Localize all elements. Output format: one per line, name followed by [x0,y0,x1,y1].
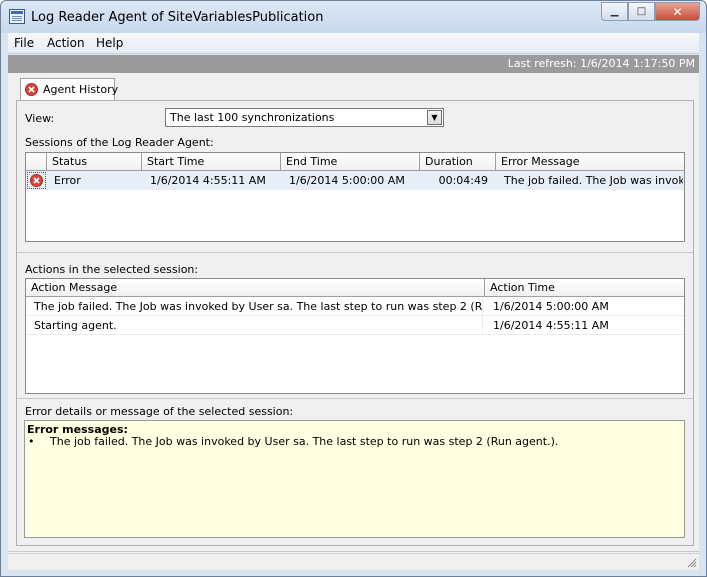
close-button[interactable]: ✕ [655,2,700,21]
menu-action[interactable]: Action [47,36,85,50]
cell-action-message: Starting agent. [28,316,483,335]
minimize-button[interactable]: ▁ [601,2,628,21]
error-icon [25,83,38,96]
window-title: Log Reader Agent of SiteVariablesPublica… [31,10,324,25]
error-message-text: The job failed. The Job was invoked by U… [50,435,559,448]
row-header-corner [26,153,47,171]
cell-action-message: The job failed. The Job was invoked by U… [28,297,483,316]
column-header-action-message[interactable]: Action Message [26,279,485,297]
dropdown-arrow-icon[interactable]: ▼ [427,110,442,125]
table-row[interactable]: The job failed. The Job was invoked by U… [26,297,684,316]
splitter[interactable] [17,252,693,253]
column-header-status[interactable]: Status [47,153,142,171]
menu-help[interactable]: Help [96,36,123,50]
client-area: Agent History View: The last 100 synchro… [8,73,699,570]
cell-action-time: 1/6/2014 5:00:00 AM [493,300,609,313]
log-reader-agent-window: Log Reader Agent of SiteVariablesPublica… [0,0,707,577]
column-header-error-message[interactable]: Error Message [496,153,684,171]
refresh-bar: Last refresh: 1/6/2014 1:17:50 PM [8,55,699,73]
last-refresh-text: Last refresh: 1/6/2014 1:17:50 PM [507,57,695,70]
column-header-start-time[interactable]: Start Time [142,153,281,171]
resize-grip-icon[interactable] [685,556,697,568]
cell-end-time: 1/6/2014 5:00:00 AM [289,174,405,187]
menu-bar: File Action Help [8,33,699,54]
cell-action-time: 1/6/2014 4:55:11 AM [493,319,609,332]
table-row[interactable]: Starting agent. 1/6/2014 4:55:11 AM [26,316,684,335]
view-dropdown-value: The last 100 synchronizations [170,111,335,124]
splitter[interactable] [17,398,693,399]
agent-history-panel: View: The last 100 synchronizations ▼ Se… [16,100,694,546]
view-dropdown[interactable]: The last 100 synchronizations ▼ [165,108,444,127]
divider [8,551,699,552]
app-icon [9,9,25,24]
sessions-label: Sessions of the Log Reader Agent: [25,136,214,149]
status-bar [8,553,699,570]
tab-label: Agent History [43,83,119,96]
view-label: View: [25,112,55,125]
error-icon [30,174,43,187]
error-details-label: Error details or message of the selected… [25,405,294,418]
table-row[interactable]: Error 1/6/2014 4:55:11 AM 1/6/2014 5:00:… [26,171,684,190]
actions-grid[interactable]: Action Message Action Time The job faile… [25,278,685,394]
actions-label: Actions in the selected session: [25,263,199,276]
row-selector[interactable] [27,172,46,189]
tab-agent-history[interactable]: Agent History [20,78,119,101]
cell-error-message: The job failed. The Job was invok... [504,174,683,187]
menu-file[interactable]: File [14,36,34,50]
maximize-button[interactable]: □ [628,2,655,21]
column-header-end-time[interactable]: End Time [281,153,420,171]
error-details-box[interactable]: Error messages: • The job failed. The Jo… [24,420,685,538]
title-bar[interactable]: Log Reader Agent of SiteVariablesPublica… [1,1,706,33]
bullet-icon: • [28,435,35,448]
column-header-duration[interactable]: Duration [420,153,496,171]
column-header-action-time[interactable]: Action Time [485,279,684,297]
cell-status: Error [54,174,81,187]
cell-duration: 00:04:49 [438,174,488,187]
sessions-grid[interactable]: Status Start Time End Time Duration Erro… [25,152,685,242]
cell-start-time: 1/6/2014 4:55:11 AM [150,174,266,187]
